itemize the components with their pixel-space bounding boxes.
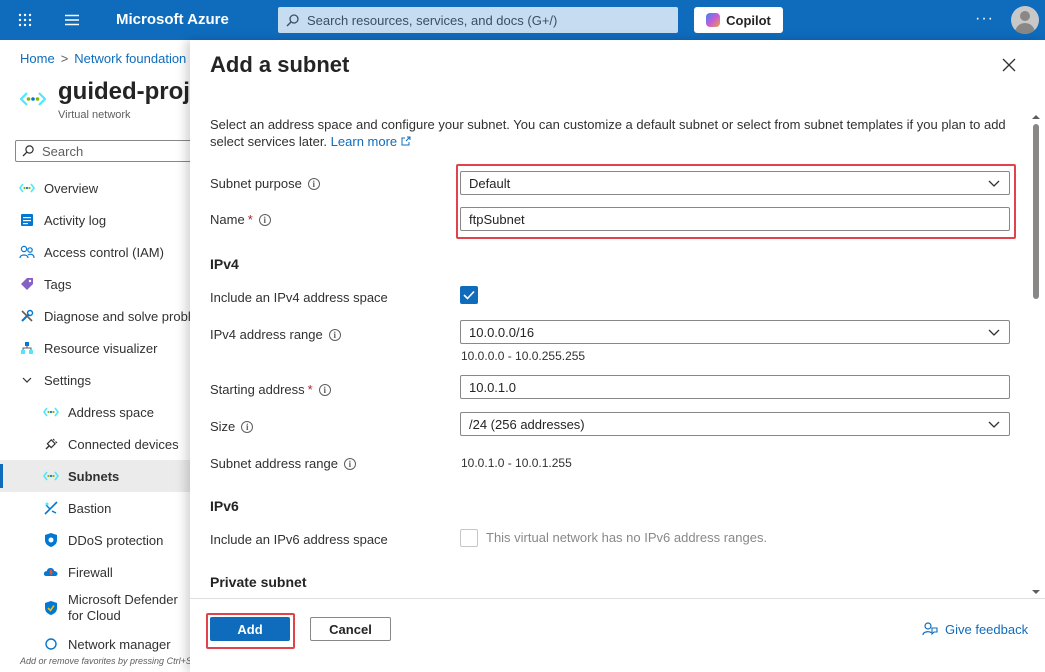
wrench-icon (18, 307, 36, 325)
search-placeholder: Search resources, services, and docs (G+… (307, 12, 558, 28)
include-ipv4-label: Include an IPv4 address space (210, 290, 388, 305)
nav-ddos-protection[interactable]: DDoS protection (0, 524, 190, 556)
vnet-icon (18, 179, 36, 197)
ipv6-note: This virtual network has no IPv6 address… (486, 530, 768, 545)
avatar[interactable] (1011, 6, 1039, 34)
add-subnet-panel: Add a subnet Select an address space and… (190, 40, 1045, 672)
nav-diagnose[interactable]: Diagnose and solve problems (0, 300, 190, 332)
vnet-icon (42, 403, 60, 421)
tag-icon (18, 275, 36, 293)
copilot-icon (706, 13, 721, 27)
ipv4-range-label: IPv4 address range i (210, 327, 341, 342)
checkmark-icon (463, 290, 475, 300)
vnet-icon (19, 91, 47, 110)
include-ipv4-checkbox[interactable] (460, 286, 478, 304)
starting-address-label: Starting address * i (210, 382, 331, 397)
size-dropdown[interactable]: /24 (256 addresses) (460, 412, 1010, 436)
name-input[interactable]: ftpSubnet (460, 207, 1010, 231)
scrollbar-thumb[interactable] (1033, 124, 1039, 299)
network-manager-icon (42, 635, 60, 653)
scroll-up-arrow-icon[interactable] (1031, 110, 1041, 120)
breadcrumb-home[interactable]: Home (20, 51, 55, 66)
ipv4-range-dropdown[interactable]: 10.0.0.0/16 (460, 320, 1010, 344)
include-ipv6-checkbox[interactable] (460, 529, 478, 547)
plug-icon (42, 435, 60, 453)
close-icon[interactable] (999, 55, 1019, 75)
copilot-button[interactable]: Copilot (694, 7, 783, 33)
chevron-down-icon (18, 371, 36, 389)
nav-tags[interactable]: Tags (0, 268, 190, 300)
menu-search-placeholder: Search (42, 143, 84, 159)
info-icon: i (307, 177, 320, 190)
more-icon[interactable]: ··· (975, 10, 994, 28)
cancel-button[interactable]: Cancel (310, 617, 391, 641)
starting-address-input[interactable]: 10.0.1.0 (460, 375, 1010, 399)
breadcrumb-separator: > (60, 51, 69, 66)
subnet-range-value: 10.0.1.0 - 10.0.1.255 (461, 456, 572, 470)
global-search-input[interactable]: Search resources, services, and docs (G+… (278, 7, 678, 33)
nav-bastion[interactable]: Bastion (0, 492, 190, 524)
subnet-purpose-dropdown[interactable]: Default (460, 171, 1010, 195)
waffle-icon[interactable] (15, 10, 35, 30)
panel-footer: Add Cancel Give feedback (190, 598, 1045, 672)
info-icon: i (328, 328, 341, 341)
breadcrumb-current[interactable]: Network foundation (74, 51, 186, 66)
vnet-icon (42, 467, 60, 485)
subnet-purpose-label: Subnet purpose i (210, 176, 320, 191)
ipv6-section-heading: IPv6 (210, 498, 239, 514)
scroll-down-arrow-icon[interactable] (1031, 585, 1041, 595)
bastion-icon (42, 499, 60, 517)
menu-search-input[interactable]: Search (15, 140, 190, 162)
info-icon: i (343, 457, 356, 470)
size-label: Size i (210, 419, 254, 434)
breadcrumb: Home > Network foundation (20, 51, 186, 66)
include-ipv6-label: Include an IPv6 address space (210, 532, 388, 547)
brand-title[interactable]: Microsoft Azure (116, 11, 229, 28)
give-feedback-link[interactable]: Give feedback (922, 621, 1028, 637)
resource-menu: Overview Activity log Access control (IA… (0, 172, 190, 660)
nav-defender[interactable]: Microsoft Defender for Cloud (0, 588, 190, 628)
feedback-icon (922, 622, 938, 636)
nav-activity-log[interactable]: Activity log (0, 204, 190, 236)
subnet-range-label: Subnet address range i (210, 456, 356, 471)
nav-resource-visualizer[interactable]: Resource visualizer (0, 332, 190, 364)
menu-icon[interactable] (62, 10, 82, 30)
activity-log-icon (18, 211, 36, 229)
chevron-down-icon (988, 329, 1000, 336)
nav-subnets[interactable]: Subnets (0, 460, 190, 492)
external-link-icon (401, 136, 411, 146)
resource-blade: Home > Network foundation guided-project V… (0, 40, 190, 672)
nav-settings-group[interactable]: Settings (0, 364, 190, 396)
nav-address-space[interactable]: Address space (0, 396, 190, 428)
top-bar: Microsoft Azure Search resources, servic… (0, 0, 1045, 40)
panel-title: Add a subnet (210, 52, 350, 77)
info-icon: i (241, 420, 254, 433)
nav-access-control[interactable]: Access control (IAM) (0, 236, 190, 268)
private-subnet-heading: Private subnet (210, 574, 307, 590)
favorites-hint: Add or remove favorites by pressing Ctrl… (20, 656, 190, 666)
nav-overview[interactable]: Overview (0, 172, 190, 204)
info-icon: i (318, 383, 331, 396)
name-label: Name * i (210, 212, 271, 227)
info-icon: i (258, 213, 271, 226)
shield-icon (42, 531, 60, 549)
ipv4-section-heading: IPv4 (210, 256, 239, 272)
ipv4-range-hint: 10.0.0.0 - 10.0.255.255 (461, 349, 586, 363)
defender-icon (42, 599, 60, 617)
nav-firewall[interactable]: Firewall (0, 556, 190, 588)
firewall-icon (42, 563, 60, 581)
search-icon (22, 145, 34, 157)
nav-connected-devices[interactable]: Connected devices (0, 428, 190, 460)
copilot-label: Copilot (726, 12, 771, 28)
panel-description: Select an address space and configure yo… (210, 117, 1006, 149)
resource-type: Virtual network (58, 109, 131, 121)
chevron-down-icon (988, 421, 1000, 428)
add-button[interactable]: Add (210, 617, 290, 641)
visualizer-icon (18, 339, 36, 357)
resource-title: guided-project (58, 78, 190, 105)
learn-more-link[interactable]: Learn more (331, 134, 411, 149)
people-icon (18, 243, 36, 261)
chevron-down-icon (988, 180, 1000, 187)
search-icon (286, 13, 299, 26)
